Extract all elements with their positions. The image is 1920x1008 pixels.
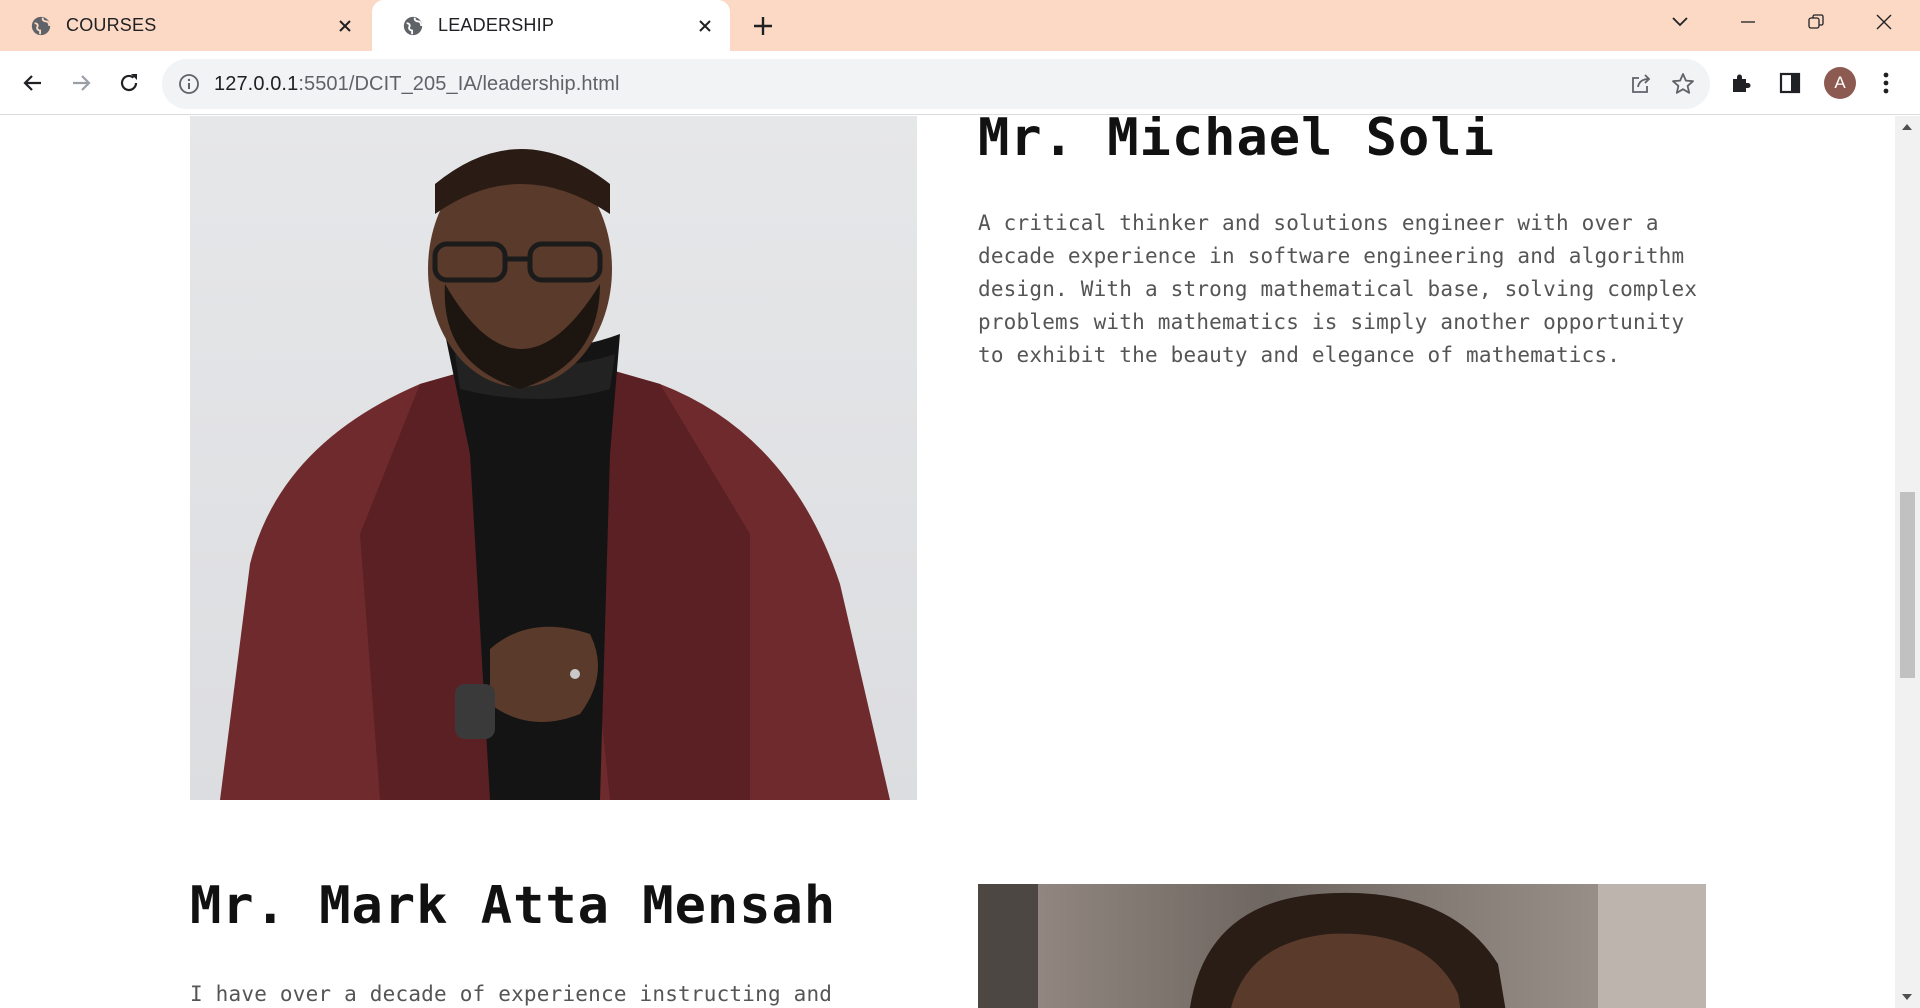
- reload-icon: [120, 74, 138, 92]
- puzzle-icon: [1733, 74, 1751, 92]
- minimize-button[interactable]: [1714, 0, 1782, 44]
- side-panel-icon: [1779, 72, 1801, 94]
- new-tab-button[interactable]: [746, 11, 780, 41]
- url-host: 127.0.0.1: [214, 73, 299, 95]
- leader-photo-michael-soli: [190, 116, 917, 800]
- globe-icon: [31, 16, 51, 35]
- globe-icon: [403, 16, 423, 35]
- tab-title: LEADERSHIP: [438, 15, 555, 35]
- scrollbar-thumb[interactable]: [1900, 492, 1915, 678]
- page-viewport: Mr. Michael Soli A critical thinker and …: [0, 116, 1895, 1008]
- plus-icon: [754, 17, 772, 35]
- close-window-button[interactable]: [1850, 0, 1918, 44]
- forward-button[interactable]: [59, 61, 103, 105]
- menu-button[interactable]: [1867, 64, 1905, 102]
- close-icon[interactable]: [692, 13, 718, 39]
- leader-photo-mark-atta-mensah: [978, 884, 1706, 1008]
- kebab-menu-icon: [1883, 72, 1889, 94]
- browser-toolbar: 127.0.0.1:5501/DCIT_205_IA/leadership.ht…: [0, 51, 1920, 115]
- restore-icon: [1808, 14, 1824, 29]
- reload-button[interactable]: [107, 61, 151, 105]
- leader-bio: A critical thinker and solutions enginee…: [978, 211, 1698, 367]
- portrait-image: [220, 149, 890, 800]
- url-text[interactable]: 127.0.0.1:5501/DCIT_205_IA/leadership.ht…: [214, 73, 620, 96]
- tab-courses[interactable]: COURSES: [0, 0, 370, 51]
- leader-name: Mr. Michael Soli: [978, 116, 1495, 168]
- tab-search-button[interactable]: [1646, 0, 1714, 44]
- arrow-left-icon: [23, 75, 41, 91]
- leader-name: Mr. Mark Atta Mensah: [190, 876, 837, 936]
- extensions-button[interactable]: [1723, 64, 1761, 102]
- leader-bio: I have over a decade of experience instr…: [190, 982, 833, 1006]
- info-icon[interactable]: [178, 73, 200, 95]
- minimize-icon: [1741, 21, 1755, 23]
- avatar[interactable]: A: [1824, 67, 1856, 99]
- scroll-up-icon[interactable]: [1902, 124, 1912, 130]
- tab-leadership[interactable]: LEADERSHIP: [372, 0, 730, 51]
- portrait-image: [978, 884, 1706, 1008]
- tab-title: COURSES: [66, 15, 157, 35]
- share-icon[interactable]: [1628, 71, 1654, 97]
- restore-button[interactable]: [1782, 0, 1850, 44]
- url-path: :5501/DCIT_205_IA/leadership.html: [298, 73, 620, 95]
- address-bar[interactable]: 127.0.0.1:5501/DCIT_205_IA/leadership.ht…: [162, 59, 1710, 109]
- star-icon[interactable]: [1670, 71, 1696, 97]
- chevron-down-icon: [1672, 17, 1688, 27]
- back-button[interactable]: [11, 61, 55, 105]
- page-scrollbar[interactable]: [1895, 116, 1920, 1008]
- side-panel-button[interactable]: [1771, 64, 1809, 102]
- arrow-right-icon: [73, 75, 91, 91]
- tab-strip: COURSES LEADERSHIP: [0, 0, 1920, 51]
- scroll-down-icon[interactable]: [1902, 994, 1912, 1000]
- close-icon[interactable]: [332, 13, 358, 39]
- close-icon: [1876, 14, 1892, 30]
